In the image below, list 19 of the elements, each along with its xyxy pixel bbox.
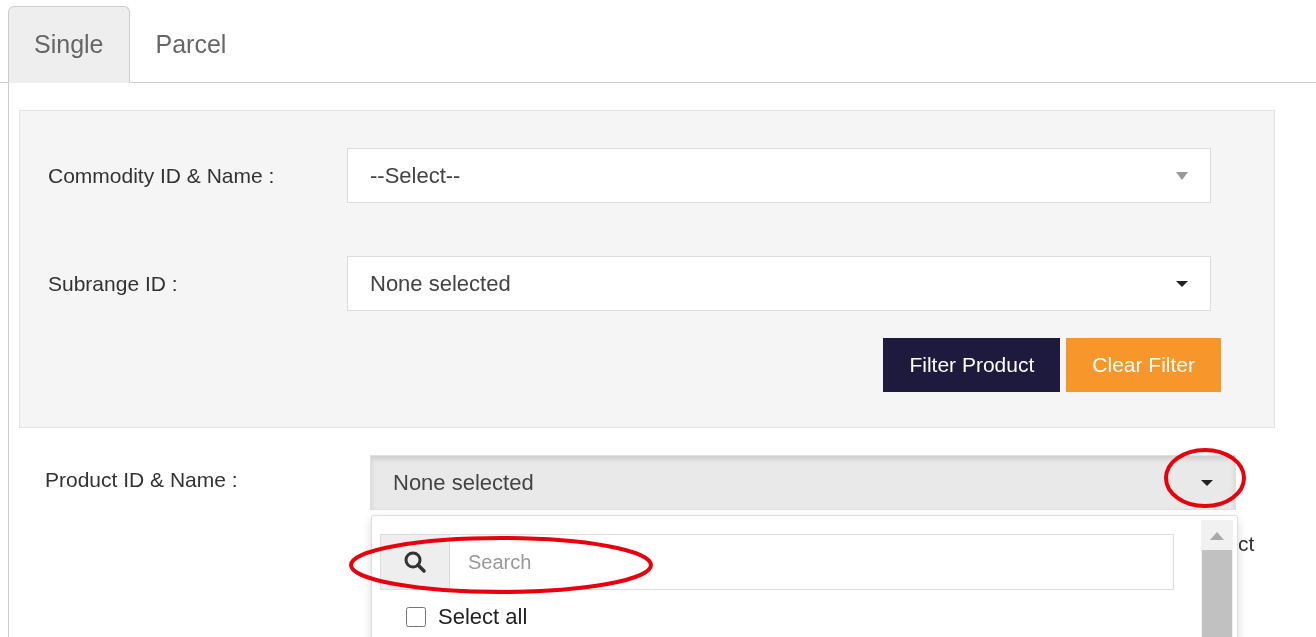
filter-button[interactable]: Filter Product xyxy=(883,338,1061,392)
scrollbar[interactable] xyxy=(1201,520,1233,637)
partial-text: ct xyxy=(1238,532,1255,556)
select-field[interactable]: None selected xyxy=(347,256,1211,311)
search-icon xyxy=(403,550,427,574)
select-field[interactable]: --Select-- xyxy=(347,148,1211,203)
select-field[interactable]: None selected xyxy=(370,455,1236,510)
tab[interactable]: Single xyxy=(8,6,130,83)
caret-icon xyxy=(1176,280,1188,287)
scroll-up-arrow-icon[interactable] xyxy=(1210,532,1224,540)
option-label[interactable]: Select all xyxy=(438,604,528,630)
caret-icon xyxy=(1201,479,1213,486)
search-field[interactable]: Search xyxy=(450,534,1174,590)
field-label: Subrange ID : xyxy=(47,271,179,296)
tab[interactable]: Parcel xyxy=(129,6,253,83)
field-label: Product ID & Name : xyxy=(44,467,239,492)
dropdown-arrow-icon xyxy=(1176,171,1188,180)
field-label: Commodity ID & Name : xyxy=(47,163,276,188)
checkbox[interactable] xyxy=(406,607,426,627)
